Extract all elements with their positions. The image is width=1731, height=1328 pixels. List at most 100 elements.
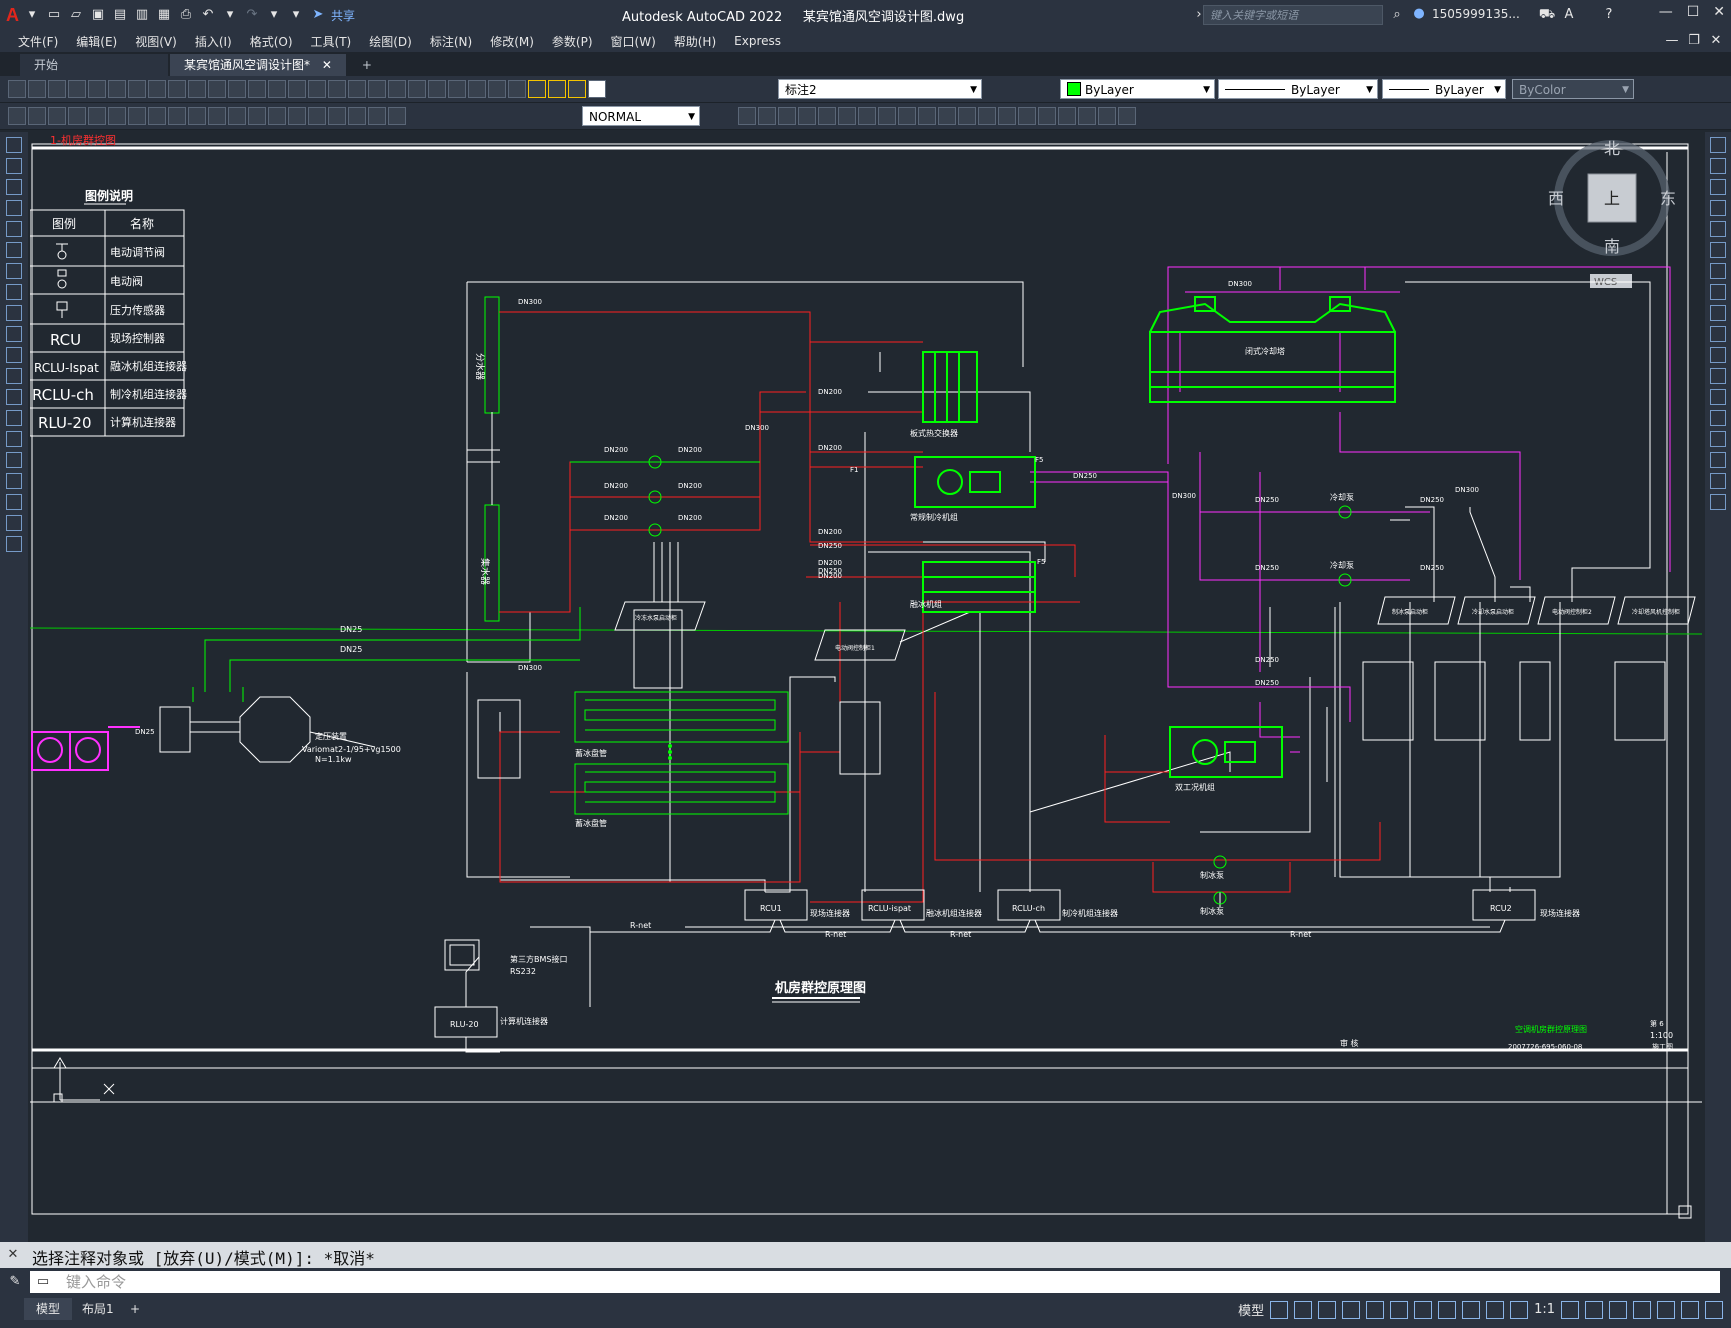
undo-button-icon[interactable] (248, 80, 266, 98)
doc-restore-icon[interactable]: ❐ (1685, 32, 1703, 50)
auto-scale-icon[interactable] (1510, 1300, 1529, 1319)
markup-icon[interactable] (448, 80, 466, 98)
insert-block-icon[interactable] (6, 368, 22, 384)
viewcube-top[interactable]: 上 (1604, 189, 1620, 208)
ellipse-icon[interactable] (6, 326, 22, 342)
extend-icon[interactable] (938, 107, 956, 125)
chamfer-icon[interactable] (998, 107, 1016, 125)
model-space-label[interactable]: 模型 (1238, 1300, 1264, 1319)
move-icon[interactable] (838, 107, 856, 125)
add-selected-icon[interactable] (6, 536, 22, 552)
menu-tools[interactable]: 工具(T) (311, 33, 352, 50)
dim-ordinate-icon[interactable] (68, 107, 86, 125)
linetype-dropdown[interactable]: ByLayer ▼ (1218, 79, 1378, 99)
quick-properties-icon[interactable] (1633, 1300, 1651, 1319)
plotstyle-dropdown[interactable]: ByColor ▼ (1512, 79, 1634, 99)
share-label[interactable]: 共享 (331, 7, 355, 24)
lineweight-toggle-icon[interactable] (1438, 1300, 1457, 1319)
menu-help[interactable]: 帮助(H) (674, 33, 716, 50)
menu-file[interactable]: 文件(F) (18, 33, 58, 50)
tool-palettes-icon[interactable] (408, 80, 426, 98)
new-icon[interactable]: ▭ (45, 6, 63, 24)
dim-radius-icon[interactable] (88, 107, 106, 125)
tab-start[interactable]: 开始 (20, 54, 168, 76)
autodesk-app-icon[interactable]: A (1560, 6, 1578, 24)
lineweight-dropdown[interactable]: ByLayer ▼ (1382, 79, 1506, 99)
menu-draw[interactable]: 绘图(D) (369, 33, 412, 50)
send-back-icon[interactable] (1098, 107, 1116, 125)
side-scale-icon[interactable] (1710, 284, 1726, 300)
revision-cloud-icon[interactable] (6, 284, 22, 300)
web-open-icon[interactable]: ▥ (133, 6, 151, 24)
help-icon[interactable]: ? (1600, 6, 1618, 24)
workspace-gear-icon[interactable] (1561, 1300, 1579, 1319)
side-fillet-icon[interactable] (1710, 452, 1726, 468)
layer-properties-icon[interactable] (508, 80, 526, 98)
open-button-icon[interactable] (28, 80, 46, 98)
command-close-icon[interactable]: ✕ (4, 1246, 22, 1264)
erase-icon[interactable] (738, 107, 756, 125)
break-icon[interactable] (958, 107, 976, 125)
help-button-icon[interactable] (488, 80, 506, 98)
user-icon[interactable]: ● (1410, 5, 1428, 23)
grid-icon[interactable] (1270, 1300, 1289, 1319)
new-button-icon[interactable] (8, 80, 26, 98)
bring-front-icon[interactable] (1078, 107, 1096, 125)
viewcube[interactable]: 上 北 南 西 东 WCS (1548, 139, 1676, 288)
rectangle-icon[interactable] (6, 221, 22, 237)
stretch-icon[interactable] (898, 107, 916, 125)
polygon-icon[interactable] (6, 200, 22, 216)
annotation-monitor-icon[interactable] (1585, 1300, 1603, 1319)
polar-icon[interactable] (1342, 1300, 1361, 1319)
side-join-icon[interactable] (1710, 410, 1726, 426)
add-layout-button[interactable]: + (118, 1298, 152, 1320)
isodraft-icon[interactable] (1366, 1300, 1385, 1319)
cut-icon[interactable] (148, 80, 166, 98)
dim-update-icon[interactable] (388, 107, 406, 125)
side-stretch-icon[interactable] (1710, 305, 1726, 321)
join-icon[interactable] (978, 107, 996, 125)
hatch-icon[interactable] (6, 431, 22, 447)
doc-minimize-icon[interactable]: — (1663, 32, 1681, 50)
viewcube-east[interactable]: 东 (1660, 189, 1676, 208)
tab-model[interactable]: 模型 (24, 1298, 73, 1320)
layer-color-icon[interactable] (588, 80, 606, 98)
sheet-set-icon[interactable] (428, 80, 446, 98)
mirror-icon[interactable] (778, 107, 796, 125)
units-icon[interactable] (1609, 1300, 1627, 1319)
polyline-icon[interactable] (6, 179, 22, 195)
pan-icon[interactable] (288, 80, 306, 98)
arc-icon[interactable] (6, 242, 22, 258)
annotation-visibility-icon[interactable] (1486, 1300, 1505, 1319)
minimize-icon[interactable]: — (1659, 4, 1673, 20)
side-break-point-icon[interactable] (1710, 389, 1726, 405)
osnap-tracking-icon[interactable] (1390, 1300, 1409, 1319)
fillet-icon[interactable] (1018, 107, 1036, 125)
hardware-accel-icon[interactable] (1657, 1300, 1675, 1319)
side-chamfer-icon[interactable] (1710, 431, 1726, 447)
save-button-icon[interactable] (48, 80, 66, 98)
doc-close-icon[interactable]: ✕ (1707, 32, 1725, 50)
copy-icon[interactable] (168, 80, 186, 98)
search-input[interactable]: 键入关键字或短语 (1203, 5, 1383, 25)
table-icon[interactable] (6, 494, 22, 510)
menu-express[interactable]: Express (734, 34, 781, 48)
side-rotate-icon[interactable] (1710, 263, 1726, 279)
menu-window[interactable]: 窗口(W) (611, 33, 656, 50)
3d-print-icon[interactable] (128, 80, 146, 98)
side-mirror-icon[interactable] (1710, 179, 1726, 195)
side-explode-icon[interactable] (1710, 494, 1726, 510)
menu-edit[interactable]: 编辑(E) (76, 33, 117, 50)
maximize-icon[interactable]: ☐ (1687, 4, 1700, 20)
redo-arrow-icon[interactable]: ▾ (265, 6, 283, 24)
menu-view[interactable]: 视图(V) (135, 33, 177, 50)
undo-icon[interactable]: ↶ (199, 6, 217, 24)
zoom-window-icon[interactable] (328, 80, 346, 98)
web-save-icon[interactable]: ▦ (155, 6, 173, 24)
draw-order-icon[interactable] (1058, 107, 1076, 125)
scale-icon[interactable] (878, 107, 896, 125)
print-preview-icon[interactable] (88, 80, 106, 98)
line-icon[interactable] (6, 137, 22, 153)
transparency-icon[interactable] (1462, 1300, 1481, 1319)
design-center-icon[interactable] (388, 80, 406, 98)
